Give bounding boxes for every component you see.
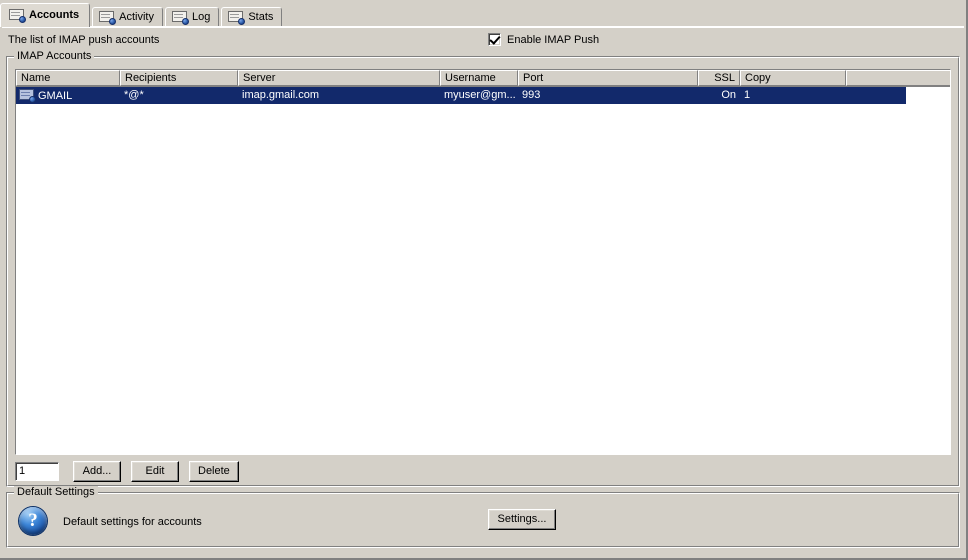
column-header-port[interactable]: Port (518, 70, 698, 86)
envelope-globe-icon (99, 11, 117, 25)
cell-name-text: GMAIL (38, 89, 73, 102)
checkbox-box-icon[interactable] (488, 33, 501, 46)
add-button[interactable]: Add... (73, 461, 121, 482)
enable-imap-push-label: Enable IMAP Push (507, 33, 600, 46)
imap-accounts-legend: IMAP Accounts (14, 50, 95, 62)
cell-port: 993 (522, 89, 541, 101)
list-body: GMAIL *@* imap.gmail.com myuser@gm... 99… (16, 87, 950, 104)
tab-accounts[interactable]: Accounts (0, 3, 91, 27)
list-toolbar: 1 Add... Edit Delete (15, 461, 249, 482)
list-header-row: Name Recipients Server Username Port SSL… (16, 70, 950, 87)
column-header-name[interactable]: Name (16, 70, 120, 86)
delete-button[interactable]: Delete (189, 461, 239, 482)
tab-stats[interactable]: Stats (221, 7, 283, 27)
column-header-server[interactable]: Server (238, 70, 440, 86)
column-header-copy[interactable]: Copy (740, 70, 846, 86)
settings-button[interactable]: Settings... (488, 509, 556, 530)
envelope-globe-icon (19, 89, 36, 103)
tab-accounts-label: Accounts (29, 9, 80, 21)
imap-accounts-list[interactable]: Name Recipients Server Username Port SSL… (15, 69, 951, 455)
tab-activity[interactable]: Activity (92, 7, 163, 27)
tab-activity-label: Activity (119, 11, 154, 23)
tab-panel-divider (2, 26, 964, 28)
envelope-globe-icon (9, 9, 26, 23)
enable-imap-push-checkbox[interactable]: Enable IMAP Push (488, 33, 599, 46)
tab-bar: Accounts Activity Log Stats (0, 2, 964, 27)
help-question-icon: ? (19, 507, 47, 535)
edit-button[interactable]: Edit (131, 461, 179, 482)
tab-log[interactable]: Log (164, 7, 220, 27)
column-header-username[interactable]: Username (440, 70, 518, 86)
cell-recipients: *@* (124, 89, 144, 101)
default-settings-description: Default settings for accounts (63, 516, 202, 528)
table-row[interactable]: GMAIL *@* imap.gmail.com myuser@gm... 99… (16, 87, 906, 104)
envelope-globe-icon (228, 11, 246, 25)
cell-username: myuser@gm... (444, 89, 516, 101)
header-row: The list of IMAP push accounts Enable IM… (8, 33, 958, 49)
envelope-globe-icon (171, 11, 189, 25)
column-header-filler[interactable] (846, 70, 950, 86)
account-count-field[interactable]: 1 (15, 462, 59, 481)
imap-accounts-group: IMAP Accounts Name Recipients Server Use… (6, 50, 960, 487)
tab-log-label: Log (191, 11, 211, 23)
list-caption: The list of IMAP push accounts (8, 34, 160, 46)
tab-stats-label: Stats (248, 11, 274, 23)
cell-server: imap.gmail.com (242, 89, 320, 101)
column-header-recipients[interactable]: Recipients (120, 70, 238, 86)
cell-copy: 1 (744, 89, 751, 101)
column-header-ssl[interactable]: SSL (698, 70, 740, 86)
default-settings-group: Default Settings ? Default settings for … (6, 486, 960, 548)
cell-name: GMAIL (16, 87, 120, 104)
default-settings-legend: Default Settings (14, 486, 98, 498)
cell-ssl: On (721, 89, 736, 101)
imap-push-settings-window: Accounts Activity Log Stats The list of … (0, 0, 968, 560)
